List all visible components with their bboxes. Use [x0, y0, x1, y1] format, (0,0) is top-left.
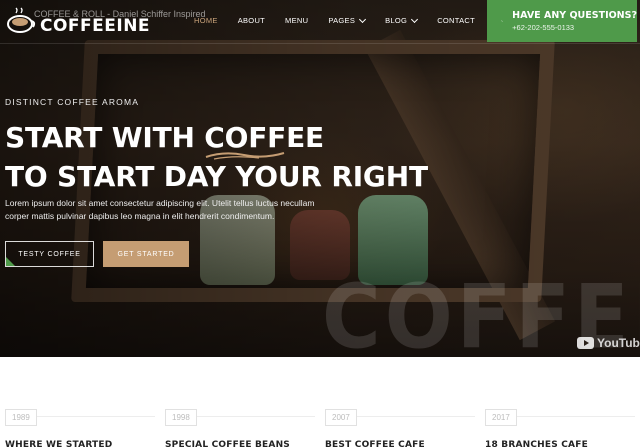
brand-name: COFFEEINE: [40, 16, 151, 36]
corner-accent-icon: [6, 257, 15, 266]
youtube-label: YouTube: [597, 336, 640, 350]
get-started-button[interactable]: GET STARTED: [103, 241, 189, 267]
button-label: TESTY COFFEE: [18, 250, 81, 258]
contact-text: HAVE ANY QUESTIONS? +62-202-555-0133: [512, 10, 637, 32]
timeline-year: 2017: [485, 409, 517, 426]
timeline-item: 1989 WHERE WE STARTED: [5, 407, 155, 448]
main-nav: HOME ABOUT MENU PAGES BLOG CONTACT: [194, 15, 475, 25]
timeline-item: 1998 SPECIAL COFFEE BEANS: [165, 407, 315, 448]
headline-prefix: START WITH: [5, 121, 205, 154]
nav-item-contact[interactable]: CONTACT: [437, 16, 475, 25]
button-label: GET STARTED: [117, 250, 175, 258]
headline-highlight: COFFEE: [204, 121, 324, 160]
coffee-cup-icon: [7, 7, 36, 33]
testy-coffee-button[interactable]: TESTY COFFEE: [5, 241, 94, 267]
nav-item-about[interactable]: ABOUT: [238, 16, 265, 25]
nav-label: ABOUT: [237, 16, 266, 25]
youtube-play-icon: [577, 337, 594, 349]
nav-item-home[interactable]: HOME: [194, 16, 218, 25]
contact-box[interactable]: HAVE ANY QUESTIONS? +62-202-555-0133: [487, 0, 637, 42]
contact-title: HAVE ANY QUESTIONS?: [512, 10, 637, 21]
site-header: COFFEE & ROLL - Daniel Schiffer Inspired…: [0, 0, 640, 44]
phone-icon: [501, 20, 503, 22]
brand-logo[interactable]: COFFEEINE: [6, 6, 150, 36]
hero-kicker: DISTINCT COFFEE AROMA: [5, 97, 140, 107]
timeline-title: 18 BRANCHES CAFE: [485, 440, 588, 448]
youtube-logo[interactable]: YouTube: [577, 336, 640, 350]
timeline-item: 2007 BEST COFFEE CAFE: [325, 407, 475, 448]
timeline-title: WHERE WE STARTED: [5, 440, 113, 448]
nav-label: HOME: [194, 16, 218, 25]
nav-label: PAGES: [328, 16, 356, 25]
chevron-down-icon: [359, 15, 367, 23]
nav-label: MENU: [285, 16, 309, 25]
nav-item-blog[interactable]: BLOG: [385, 15, 419, 25]
nav-item-pages[interactable]: PAGES: [328, 15, 367, 25]
chevron-down-icon: [411, 15, 419, 23]
contact-phone[interactable]: +62-202-555-0133: [512, 23, 637, 32]
timeline-year: 1989: [5, 409, 37, 426]
hero-lead: Lorem ipsum dolor sit amet consectetur a…: [5, 198, 315, 221]
history-timeline: 1989 WHERE WE STARTED 1998 SPECIAL COFFE…: [0, 357, 640, 448]
timeline-year: 1998: [165, 409, 197, 426]
headline-line-2: TO START DAY YOUR RIGHT: [5, 160, 428, 193]
timeline-title: SPECIAL COFFEE BEANS: [165, 440, 290, 448]
nav-label: BLOG: [385, 16, 408, 25]
nav-label: CONTACT: [437, 16, 475, 25]
swirl-underline-icon: [205, 152, 285, 160]
timeline-year: 2007: [325, 409, 357, 426]
nav-item-menu[interactable]: MENU: [285, 16, 308, 25]
timeline-item: 2017 18 BRANCHES CAFE: [485, 407, 635, 448]
timeline-title: BEST COFFEE CAFE: [325, 440, 425, 448]
hero-headline: START WITH COFFEE TO START DAY YOUR RIGH…: [5, 118, 428, 196]
headline-line-1: START WITH COFFEE: [5, 118, 428, 160]
